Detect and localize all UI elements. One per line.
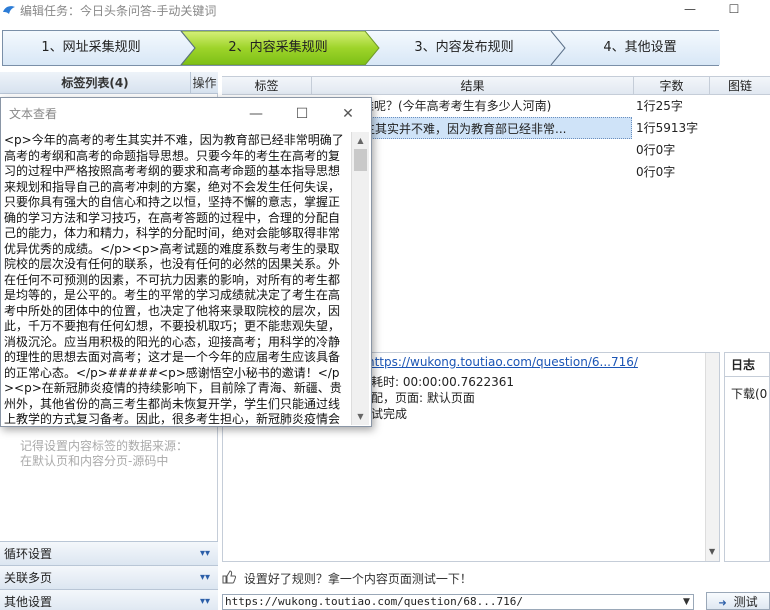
loop-settings-section[interactable]: 循环设置 ▾▾ bbox=[0, 541, 218, 565]
log-side-panel: 日志 下载(0 bbox=[724, 352, 770, 562]
text-viewer-dialog[interactable]: 文本查看 — ☐ ✕ <p>今年的高考的考生其实并不难，因为教育部已经非常明确了… bbox=[0, 97, 372, 427]
tag-list-title: 标签列表(4) bbox=[61, 76, 129, 90]
col-result[interactable]: 结果 bbox=[312, 77, 634, 95]
log-line: 耗时: 00:00:00.7622361 bbox=[371, 375, 515, 389]
tag-source-note-line: 在默认页和内容分页-源码中 bbox=[20, 454, 169, 468]
step-other-settings[interactable]: 4、其他设置 bbox=[565, 31, 715, 65]
dialog-minimize-icon[interactable]: — bbox=[233, 98, 279, 130]
log-scrollbar[interactable]: ▼ bbox=[705, 353, 719, 561]
test-hint-text: 设置好了规则？拿一个内容页面测试一下！ bbox=[243, 572, 472, 586]
tag-source-note-line: 记得设置内容标签的数据来源： bbox=[20, 439, 189, 453]
log-line: 试完成 bbox=[371, 407, 408, 421]
dialog-scrollbar[interactable]: ▲ ▼ bbox=[351, 132, 369, 425]
scroll-down-icon[interactable]: ▼ bbox=[352, 408, 369, 425]
tag-list-op-header: 操作 bbox=[190, 72, 218, 94]
section-label: 循环设置 bbox=[4, 547, 53, 561]
multi-page-section[interactable]: 关联多页 ▾▾ bbox=[0, 565, 218, 589]
log-side-header[interactable]: 日志 bbox=[725, 353, 769, 377]
scroll-down-icon[interactable]: ▼ bbox=[709, 547, 715, 556]
minimize-button[interactable]: — bbox=[670, 0, 710, 20]
count-cell: 0行0字 bbox=[636, 143, 676, 157]
chevron-down-icon: ▾▾ bbox=[199, 548, 210, 559]
dialog-close-icon[interactable]: ✕ bbox=[325, 98, 371, 130]
scroll-thumb[interactable] bbox=[354, 149, 367, 171]
col-image-link[interactable]: 图链 bbox=[710, 77, 770, 95]
test-button-label: 测试 bbox=[733, 595, 758, 609]
dialog-title: 文本查看 bbox=[9, 107, 58, 121]
window-titlebar: 编辑任务：今日头条问答-手动关键词 — ☐ bbox=[0, 0, 770, 20]
step-publish-rules[interactable]: 3、内容发布规则 bbox=[379, 31, 549, 65]
window-title: 编辑任务：今日头条问答-手动关键词 bbox=[20, 3, 217, 18]
col-count[interactable]: 字数 bbox=[634, 77, 710, 95]
count-cell: 1行25字 bbox=[636, 99, 683, 113]
step-wizard-bar: 1、网址采集规则 2、内容采集规则 3、内容发布规则 4、其他设置 bbox=[2, 30, 720, 66]
section-label: 关联多页 bbox=[4, 571, 53, 585]
chevron-down-icon: ▾▾ bbox=[199, 572, 210, 583]
count-cell: 1行5913字 bbox=[636, 121, 699, 135]
count-cell: 0行0字 bbox=[636, 165, 676, 179]
tag-source-note: 记得设置内容标签的数据来源： 在默认页和内容分页-源码中 bbox=[20, 439, 210, 469]
dialog-titlebar[interactable]: 文本查看 — ☐ ✕ bbox=[1, 98, 371, 130]
other-settings-section[interactable]: 其他设置 ▾▾ bbox=[0, 589, 218, 610]
scroll-up-icon[interactable]: ▲ bbox=[352, 132, 369, 149]
app-logo-icon bbox=[2, 3, 16, 17]
step-content-rules[interactable]: 2、内容采集规则 bbox=[193, 31, 363, 65]
log-url-link[interactable]: https://wukong.toutiao.com/question/6...… bbox=[367, 355, 638, 369]
section-label: 其他设置 bbox=[4, 595, 53, 609]
dialog-content-text[interactable]: <p>今年的高考的考生其实并不难，因为教育部已经非常明确了高考的考纲和高考的命题… bbox=[4, 133, 349, 425]
tag-list-header: 标签列表(4) 操作 bbox=[0, 72, 218, 94]
url-dropdown-icon[interactable]: ▼ bbox=[680, 595, 693, 609]
dialog-maximize-icon[interactable]: ☐ bbox=[279, 98, 325, 130]
step-url-rules[interactable]: 1、网址采集规则 bbox=[3, 31, 179, 65]
log-line: 配，页面: 默认页面 bbox=[371, 391, 475, 405]
test-button[interactable]: ➜ 测试 bbox=[706, 592, 770, 610]
play-icon: ➜ bbox=[718, 598, 727, 609]
table-header: 标签 结果 字数 图链 bbox=[222, 77, 770, 95]
maximize-button[interactable]: ☐ bbox=[714, 0, 754, 20]
thumb-up-icon bbox=[222, 569, 237, 591]
test-hint: 设置好了规则？拿一个内容页面测试一下！ bbox=[222, 568, 472, 590]
chevron-down-icon: ▾▾ bbox=[199, 596, 210, 607]
test-url-input[interactable]: https://wukong.toutiao.com/question/68..… bbox=[222, 594, 694, 610]
download-count: 下载(0 bbox=[731, 387, 768, 401]
col-tag[interactable]: 标签 bbox=[222, 77, 312, 95]
